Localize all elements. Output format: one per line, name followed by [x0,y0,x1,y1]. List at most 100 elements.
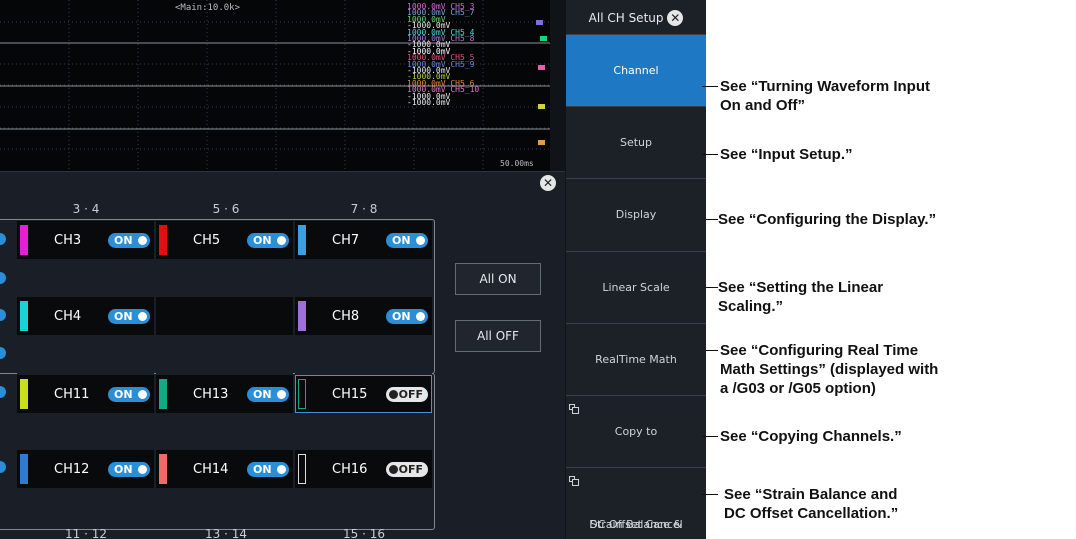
trace-marker [538,104,545,109]
channel-setup-panel: ✕ 3 · 4 5 · 6 7 · 8 CH3 ON CH5 ON CH7 ON [0,171,565,539]
channel-label: CH3 [54,233,82,248]
channel-cell[interactable]: CH5 ON [156,221,293,259]
column-header: 3 · 4 [72,202,100,216]
callout-linear-scale: See “Setting the Linear Scaling.” [718,279,884,315]
channel-color-swatch [20,379,28,409]
trace-marker [540,36,547,41]
empty-cell [295,260,432,298]
empty-cell [156,297,293,335]
channel-toggle[interactable]: ON [108,233,150,248]
channel-cell[interactable]: CH11 ON [17,375,154,413]
menu-title: All CH Setup ✕ [566,0,706,34]
channel-color-swatch [298,379,306,409]
close-icon[interactable]: ✕ [667,9,684,26]
trace-marker [536,20,543,25]
menu-item-strain-balance[interactable]: Strain Balance & DC Offset Cancel [566,467,706,539]
callout-leader [702,154,718,155]
callout-channel: See “Turning Waveform Input On and Off” [720,78,931,114]
empty-cell [156,336,293,374]
channel-toggle[interactable]: ON [386,233,428,248]
channel-label: CH15 [332,387,368,402]
callout-leader [702,86,718,87]
column-footer: 11 · 12 [65,527,107,539]
menu-item-setup[interactable]: Setup [566,106,706,179]
callout-setup: See “Input Setup.” [720,146,853,163]
channel-color-swatch [159,379,167,409]
close-icon[interactable]: ✕ [540,175,556,191]
time-div-label: 50.00ms [500,159,534,168]
channel-label: CH16 [332,462,368,477]
empty-cell [17,414,154,452]
waveform-display: <Main:10.0k> 1000.0mV CH5_3 1000.0mV CH5_… [0,0,550,171]
channel-cell[interactable]: CH16 OFF [295,450,432,488]
channel-toggle[interactable]: ON [247,233,289,248]
channel-color-swatch [20,225,28,255]
channel-toggle[interactable]: ON [108,462,150,477]
menu-item-display[interactable]: Display [566,178,706,251]
callout-copy-to: See “Copying Channels.” [720,428,902,445]
channel-toggle[interactable]: ON [247,387,289,402]
menu-item-copy-to[interactable]: Copy to [566,395,706,468]
callout-leader [706,287,718,288]
channel-color-swatch [20,454,28,484]
soft-key-menu: All CH Setup ✕ Channel Setup Display Lin… [566,0,706,539]
channel-color-swatch [159,454,167,484]
channel-toggle[interactable]: OFF [386,387,428,402]
strain-icon [569,476,579,486]
channel-label: CH14 [193,462,229,477]
all-on-button[interactable]: All ON [455,263,541,295]
copy-icon [569,404,579,414]
channel-label: CH8 [332,309,360,324]
trace-label: -1000.0mV [407,98,451,108]
empty-cell [156,260,293,298]
column-footer: 15 · 16 [343,527,385,539]
channel-toggle[interactable]: ON [108,309,150,324]
channel-toggle[interactable]: ON [247,462,289,477]
channel-cell-selected[interactable]: CH15 OFF [295,375,432,413]
channel-label: CH4 [54,309,82,324]
channel-label: CH13 [193,387,229,402]
empty-cell [17,260,154,298]
callout-leader [706,219,718,220]
channel-cell[interactable]: CH7 ON [295,221,432,259]
channel-toggle[interactable]: ON [108,387,150,402]
menu-item-channel[interactable]: Channel [566,34,706,107]
callout-display: See “Configuring the Display.” [718,211,937,228]
channel-label: CH12 [54,462,90,477]
empty-cell [17,336,154,374]
column-footer: 13 · 14 [205,527,247,539]
trace-marker [538,140,545,145]
empty-cell [156,414,293,452]
channel-color-swatch [298,225,306,255]
callout-leader [702,494,718,495]
column-header: 7 · 8 [350,202,378,216]
channel-color-swatch [159,225,167,255]
trace-marker [538,65,545,70]
empty-cell [156,489,293,527]
callout-realtime-math: See “Configuring Real Time Math Settings”… [720,342,939,397]
callout-strain-balance: See “Strain Balance and DC Offset Cancell… [724,486,899,522]
trace-labels: 1000.0mV CH5_3 1000.0mV CH5_7 1000.0mV -100… [407,2,479,108]
menu-item-realtime-math[interactable]: RealTime Math [566,323,706,396]
channel-color-swatch [20,301,28,331]
callout-leader [702,436,718,437]
oscilloscope-screen: <Main:10.0k> 1000.0mV CH5_3 1000.0mV CH5_… [0,0,706,539]
channel-toggle[interactable]: ON [386,309,428,324]
channel-cell[interactable]: CH8 ON [295,297,432,335]
channel-cell[interactable]: CH14 ON [156,450,293,488]
channel-cell[interactable]: CH3 ON [17,221,154,259]
timebase-label: <Main:10.0k> [175,3,241,13]
channel-cell[interactable]: CH13 ON [156,375,293,413]
all-off-button[interactable]: All OFF [455,320,541,352]
channel-cell[interactable]: CH4 ON [17,297,154,335]
empty-cell [17,489,154,527]
menu-item-linear-scale[interactable]: Linear Scale [566,251,706,324]
column-header: 5 · 6 [212,202,240,216]
empty-cell [295,489,432,527]
channel-label: CH5 [193,233,221,248]
channel-color-swatch [298,454,306,484]
channel-color-swatch [298,301,306,331]
empty-cell [295,336,432,374]
channel-toggle[interactable]: OFF [386,462,428,477]
channel-cell[interactable]: CH12 ON [17,450,154,488]
